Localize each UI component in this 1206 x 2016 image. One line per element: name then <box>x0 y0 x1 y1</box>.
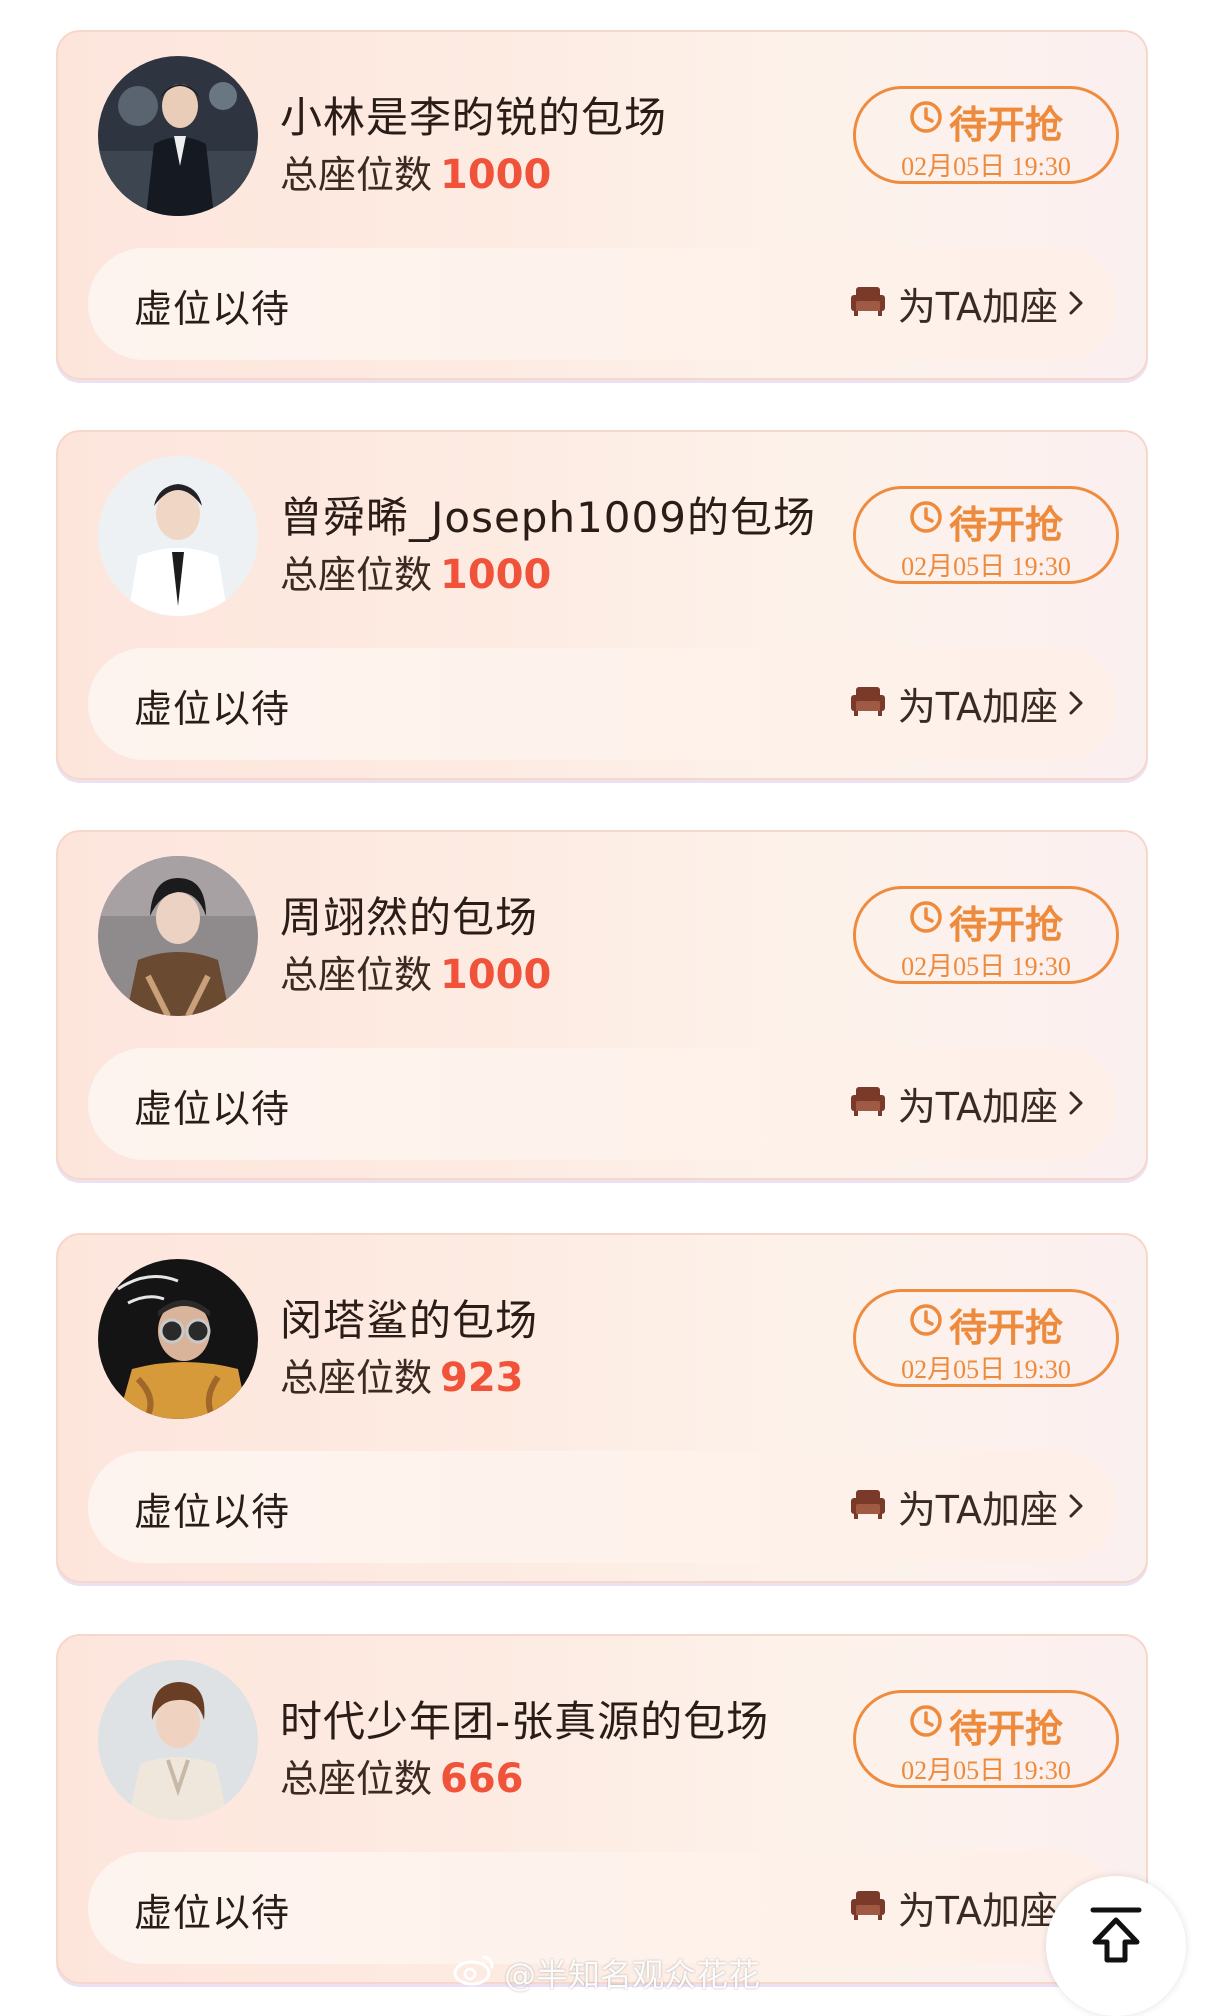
sofa-icon <box>850 1082 886 1126</box>
seat-action-bar: 虚位以待 为TA加座 <box>88 1852 1118 1964</box>
seat-count-value: 1000 <box>440 552 552 598</box>
seat-action-bar: 虚位以待 为TA加座 <box>88 648 1118 760</box>
booking-title: 周翊然的包场 <box>280 893 539 942</box>
add-seat-label: 为TA加座 <box>897 1889 1058 1933</box>
status-button[interactable]: 待开抢 02月05日 19:30 <box>853 1690 1119 1788</box>
booking-title: 闵塔鲨的包场 <box>280 1296 539 1345</box>
add-seat-button[interactable]: 为TA加座 <box>850 276 1084 331</box>
seat-count: 总座位数 1000 <box>280 544 551 599</box>
add-seat-label: 为TA加座 <box>897 285 1058 329</box>
seat-count: 总座位数 1000 <box>280 944 551 999</box>
seat-count-label: 总座位数 <box>280 553 433 597</box>
add-seat-label: 为TA加座 <box>897 1488 1058 1532</box>
back-to-top-icon <box>1081 1876 1151 1970</box>
status-time: 02月05日 19:30 <box>901 1355 1071 1384</box>
seat-count-label: 总座位数 <box>280 953 433 997</box>
back-to-top-button[interactable] <box>1046 1876 1186 2016</box>
weibo-logo-icon <box>452 1951 496 1995</box>
sofa-icon <box>850 682 886 726</box>
clock-icon <box>909 499 943 543</box>
chevron-right-icon <box>1068 1082 1084 1126</box>
seat-action-bar: 虚位以待 为TA加座 <box>88 1451 1118 1563</box>
watermark: @半知名观众花花 <box>452 1950 760 1996</box>
avatar[interactable] <box>98 1660 258 1820</box>
add-seat-button[interactable]: 为TA加座 <box>850 676 1084 731</box>
waiting-text: 虚位以待 <box>134 287 291 331</box>
seat-count-value: 1000 <box>440 952 552 998</box>
sofa-icon <box>850 1886 886 1930</box>
clock-icon <box>909 1302 943 1346</box>
seat-count-label: 总座位数 <box>280 1757 433 1801</box>
status-time: 02月05日 19:30 <box>901 552 1071 581</box>
seat-count: 总座位数 1000 <box>280 144 551 199</box>
clock-icon <box>909 99 943 143</box>
status-time: 02月05日 19:30 <box>901 952 1071 981</box>
waiting-text: 虚位以待 <box>134 1087 291 1131</box>
add-seat-label: 为TA加座 <box>897 685 1058 729</box>
status-label: 待开抢 <box>948 902 1063 947</box>
clock-icon <box>909 899 943 943</box>
seat-action-bar: 虚位以待 为TA加座 <box>88 248 1118 360</box>
avatar[interactable] <box>98 456 258 616</box>
status-label: 待开抢 <box>948 1305 1063 1350</box>
watermark-text: @半知名观众花花 <box>504 1956 761 1994</box>
status-time: 02月05日 19:30 <box>901 1756 1071 1785</box>
status-time: 02月05日 19:30 <box>901 152 1071 181</box>
status-button[interactable]: 待开抢 02月05日 19:30 <box>853 1289 1119 1387</box>
add-seat-button[interactable]: 为TA加座 <box>850 1479 1084 1534</box>
avatar[interactable] <box>98 856 258 1016</box>
status-button[interactable]: 待开抢 02月05日 19:30 <box>853 886 1119 984</box>
booking-title: 曾舜晞_Joseph1009的包场 <box>280 493 816 542</box>
booking-card[interactable]: 周翊然的包场 总座位数 1000 待开抢 02月05日 19:30 虚位以待 为T… <box>56 830 1148 1180</box>
status-button[interactable]: 待开抢 02月05日 19:30 <box>853 86 1119 184</box>
seat-count: 总座位数 923 <box>280 1347 524 1402</box>
waiting-text: 虚位以待 <box>134 687 291 731</box>
chevron-right-icon <box>1068 282 1084 326</box>
seat-count-value: 666 <box>440 1756 524 1802</box>
booking-title: 小林是李昀锐的包场 <box>280 93 668 142</box>
status-label: 待开抢 <box>948 102 1063 147</box>
booking-card[interactable]: 时代少年团-张真源的包场 总座位数 666 待开抢 02月05日 19:30 虚位… <box>56 1634 1148 1984</box>
seat-action-bar: 虚位以待 为TA加座 <box>88 1048 1118 1160</box>
avatar[interactable] <box>98 56 258 216</box>
seat-count-label: 总座位数 <box>280 153 433 197</box>
add-seat-button[interactable]: 为TA加座 <box>850 1076 1084 1131</box>
chevron-right-icon <box>1068 682 1084 726</box>
avatar[interactable] <box>98 1259 258 1419</box>
booking-card[interactable]: 闵塔鲨的包场 总座位数 923 待开抢 02月05日 19:30 虚位以待 为TA… <box>56 1233 1148 1583</box>
sofa-icon <box>850 1485 886 1529</box>
waiting-text: 虚位以待 <box>134 1490 291 1534</box>
status-button[interactable]: 待开抢 02月05日 19:30 <box>853 486 1119 584</box>
seat-count-value: 923 <box>440 1355 524 1401</box>
clock-icon <box>909 1703 943 1747</box>
seat-count: 总座位数 666 <box>280 1748 524 1803</box>
booking-card[interactable]: 曾舜晞_Joseph1009的包场 总座位数 1000 待开抢 02月05日 19… <box>56 430 1148 780</box>
status-label: 待开抢 <box>948 502 1063 547</box>
sofa-icon <box>850 282 886 326</box>
add-seat-label: 为TA加座 <box>897 1085 1058 1129</box>
waiting-text: 虚位以待 <box>134 1891 291 1935</box>
booking-card[interactable]: 小林是李昀锐的包场 总座位数 1000 待开抢 02月05日 19:30 虚位以待… <box>56 30 1148 380</box>
status-label: 待开抢 <box>948 1706 1063 1751</box>
seat-count-label: 总座位数 <box>280 1356 433 1400</box>
seat-count-value: 1000 <box>440 152 552 198</box>
booking-title: 时代少年团-张真源的包场 <box>280 1697 770 1746</box>
chevron-right-icon <box>1068 1485 1084 1529</box>
